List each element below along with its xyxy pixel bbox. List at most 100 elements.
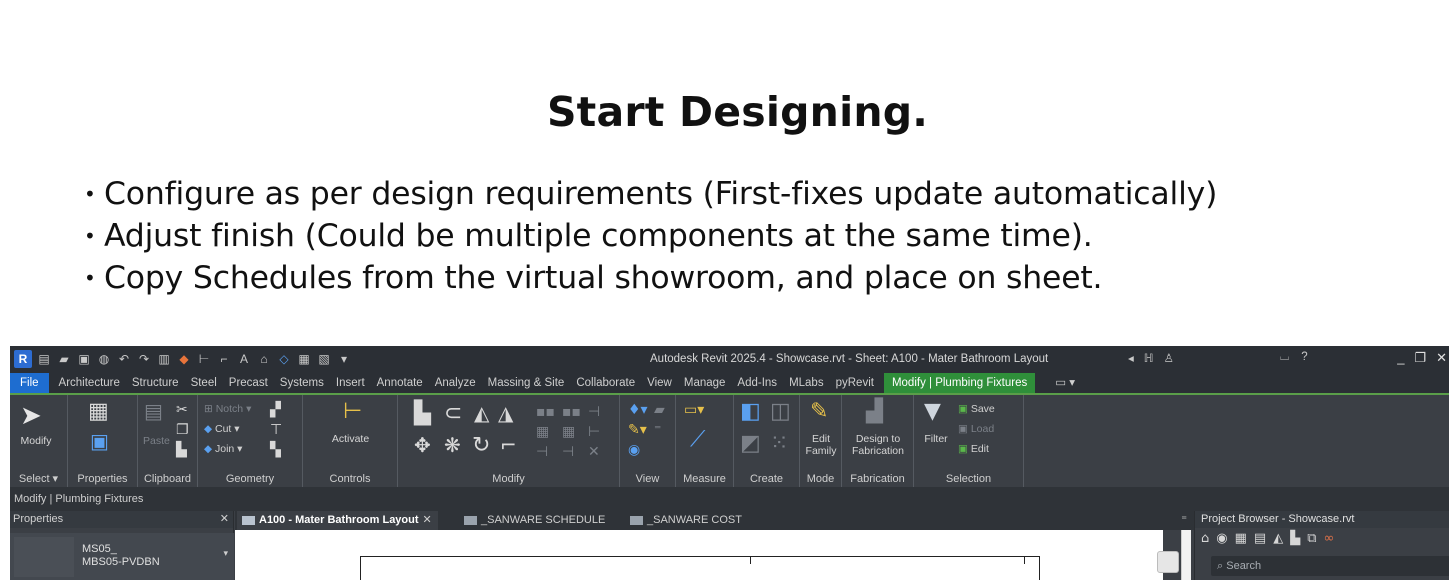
offset-icon[interactable]: ⊂ [444,403,462,425]
print-icon[interactable]: ▥ [156,351,172,367]
dimension-icon[interactable]: ⊢ [196,351,212,367]
switch-windows-icon[interactable]: ▧ [316,351,332,367]
cut-button[interactable]: ◆ Cut ▾ [204,423,240,435]
align-icon[interactable]: ▙ [414,403,431,425]
cut-scissors-icon[interactable]: ✂ [176,403,188,417]
load-selection-button[interactable]: ▣ Load [958,423,994,435]
override-graphics-icon[interactable]: ▰ [654,403,665,417]
design-to-fabrication-icon[interactable]: ▟ [866,401,883,423]
wall-joins-icon[interactable]: ▞ [270,403,281,417]
delete-icon[interactable]: ✕ [588,445,600,459]
move-icon[interactable]: ✥ [414,435,431,455]
tab-file[interactable]: File [10,373,49,393]
restore-icon[interactable]: ❐ [1414,350,1426,366]
drawing-canvas[interactable] [235,530,1163,580]
array-icon[interactable]: ▦ [536,425,549,439]
hide-in-view-icon[interactable]: ♦▾ [628,403,648,417]
filter-icon[interactable]: ▼ [924,401,941,423]
open-icon[interactable]: ▰ [56,351,72,367]
pin-icon[interactable]: ⊣ [588,405,600,419]
create-assembly-icon[interactable]: ◧ [740,401,761,423]
tab-sanware-cost[interactable]: _SANWARE COST [625,511,742,530]
edit-family-icon[interactable]: ✎ [810,401,828,423]
tab-structure[interactable]: Structure [126,373,185,393]
create-parts-icon[interactable]: ◫ [770,401,791,423]
split-face-icon[interactable]: ⊤ [270,423,282,437]
activate-icon[interactable]: ⊢ [343,401,362,423]
tab-sanware-schedule[interactable]: _SANWARE SCHEDULE [459,511,605,530]
cart-icon[interactable]: ⌴ [1280,351,1289,364]
rotate-icon[interactable]: ↻ [472,435,490,457]
edit-selection-button[interactable]: ▣ Edit [958,443,989,455]
revit-links-icon[interactable]: ∞ [1324,531,1335,546]
sheet-list-icon[interactable]: ▦ [1235,531,1247,546]
trim-icon[interactable]: ⌐ [500,435,517,455]
activate-button[interactable]: Activate [303,433,398,445]
scale-icon[interactable]: ▦ [562,425,575,439]
copy-icon[interactable]: ❐ [176,423,189,437]
close-icon[interactable]: ✕ [1436,350,1447,366]
vertical-scrollbar[interactable] [1181,530,1191,580]
tab-mlabs[interactable]: MLabs [783,373,830,393]
create-similar-icon[interactable]: ⁙ [770,433,788,455]
save-icon[interactable]: ▣ [76,351,92,367]
tab-view[interactable]: View [641,373,678,393]
measure-icon[interactable]: ◆ [176,351,192,367]
modify-button[interactable]: Modify [10,435,62,447]
mirror-draw-icon[interactable]: ◮ [498,403,513,423]
view-options-icon[interactable]: ⁼ [654,423,661,437]
select-panel-label[interactable]: Select ▾ [10,472,67,485]
tab-massing-site[interactable]: Massing & Site [482,373,571,393]
home-icon[interactable]: ▤ [36,351,52,367]
close-icon[interactable]: ✕ [220,511,229,528]
create-group-icon[interactable]: ◩ [740,433,761,455]
tab-analyze[interactable]: Analyze [429,373,482,393]
user-icon[interactable]: ♙ [1164,351,1174,365]
project-browser-search[interactable]: ⌕ Search [1211,556,1449,576]
paste-button[interactable]: Paste [143,435,170,447]
save-selection-button[interactable]: ▣ Save [958,403,995,415]
tab-insert[interactable]: Insert [330,373,371,393]
tab-modify-plumbing-fixtures[interactable]: Modify | Plumbing Fixtures [883,373,1036,393]
link-icon[interactable]: ⧉ [1307,531,1316,546]
edit-family-button[interactable]: Edit Family [800,433,842,457]
trim-extend-icon[interactable]: ⊣ [536,445,548,459]
minimize-icon[interactable]: _ [1397,350,1404,366]
filter-button[interactable]: Filter [918,433,954,445]
copy-element-icon[interactable]: ❋ [444,435,461,455]
join-button[interactable]: ◆ Join ▾ [204,443,242,455]
revit-logo-icon[interactable]: R [14,350,32,368]
tab-pyrevit[interactable]: pyRevit [830,373,880,393]
match-properties-icon[interactable]: ▙ [176,443,187,457]
tab-steel[interactable]: Steel [185,373,223,393]
help-icon[interactable]: ? [1301,351,1307,364]
navigation-wheel-icon[interactable] [1157,551,1179,573]
chevron-down-icon[interactable]: ▾ [223,549,228,559]
family-icon[interactable]: ◭ [1273,531,1283,546]
tab-manage[interactable]: Manage [678,373,732,393]
tab-precast[interactable]: Precast [223,373,274,393]
undo-icon[interactable]: ↶ [116,351,132,367]
schedule-list-icon[interactable]: ▤ [1254,531,1266,546]
close-tab-icon[interactable]: ✕ [423,514,432,526]
split-element-icon[interactable]: ▪▪ [536,405,555,419]
type-properties-icon[interactable]: ▦ [88,401,109,423]
linework-icon[interactable]: ✎▾ [628,423,647,437]
extend-icon[interactable]: ⊣ [562,445,574,459]
tab-list-icon[interactable]: ⁼ [1181,511,1187,530]
search-help-icon[interactable]: ◂ [1128,351,1134,365]
modify-arrow-icon[interactable]: ➤ [20,403,42,429]
tab-sheet-a100[interactable]: A100 - Mater Bathroom Layout ✕ [237,511,438,530]
customize-qat-icon[interactable]: ▾ [336,351,352,367]
home-icon[interactable]: ⌂ [1201,531,1209,546]
paint-icon[interactable]: ▚ [270,443,281,457]
close-hidden-icon[interactable]: ▦ [296,351,312,367]
type-selector[interactable]: MS05_ MBS05-PVDBN ▾ [10,533,234,580]
notch-button[interactable]: ⊞ Notch ▾ [204,403,251,415]
selection-box-icon[interactable]: ◉ [628,443,640,457]
view-icon[interactable]: ◉ [1216,531,1227,546]
tab-collaborate[interactable]: Collaborate [570,373,641,393]
tab-systems[interactable]: Systems [274,373,330,393]
unpin-icon[interactable]: ⊢ [588,425,600,439]
tag-icon[interactable]: ⌐ [216,351,232,367]
